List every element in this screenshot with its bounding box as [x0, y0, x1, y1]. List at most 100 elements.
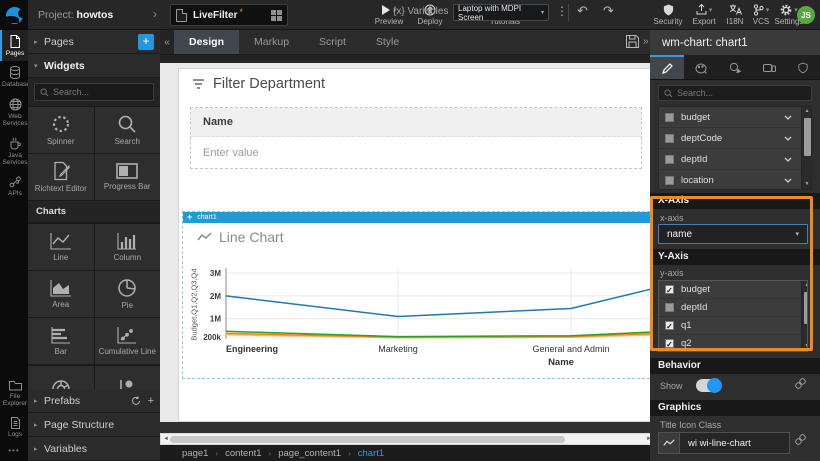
rail-item-pages[interactable]: Pages — [0, 30, 28, 61]
more-options-icon[interactable]: ⋮ — [556, 4, 568, 18]
scrollbar-thumb[interactable] — [804, 292, 808, 324]
pages-grid-icon[interactable] — [271, 10, 282, 21]
pages-accordion[interactable]: ▸ Pages + — [28, 30, 160, 54]
widget-tile-richtext-editor[interactable]: Richtext Editor — [28, 154, 94, 200]
breadcrumb-content1[interactable]: content1 — [225, 448, 261, 459]
livefilter-form-widget[interactable]: Name Enter value — [190, 107, 642, 169]
variables-dropdown[interactable]: {x} Variables ▾ — [393, 6, 457, 17]
checkbox[interactable] — [665, 113, 674, 122]
collapse-panel-button[interactable]: « — [160, 30, 174, 54]
widget-tile-column[interactable]: Column — [95, 224, 161, 270]
design-canvas[interactable]: Filter Department Name Enter value + cha… — [160, 55, 655, 433]
redo-button[interactable]: ↷ — [603, 3, 614, 19]
chevron-down-icon[interactable] — [784, 115, 792, 120]
filter-form-title[interactable]: Filter Department — [192, 76, 325, 92]
rail-item-java-services[interactable]: Java Services — [0, 132, 28, 171]
name-field-input[interactable]: Enter value — [191, 137, 641, 168]
checkbox[interactable]: ✓ — [665, 339, 674, 348]
widget-tile-bar[interactable]: Bar — [28, 318, 94, 364]
rail-item-apis[interactable]: APIs — [0, 171, 28, 201]
horizontal-scrollbar[interactable]: ◄ ► — [160, 433, 655, 445]
checkbox[interactable]: ✓ — [665, 321, 674, 330]
y-axis-option-deptid[interactable]: deptId — [659, 299, 807, 317]
scroll-down-icon[interactable]: ▼ — [802, 180, 812, 189]
add-prefab-icon[interactable]: + — [148, 395, 154, 407]
tab-devices[interactable] — [752, 55, 786, 79]
dataset-field-location[interactable]: location — [659, 170, 811, 190]
widget-tile-line[interactable]: Line — [28, 224, 94, 270]
property-search-input[interactable]: Search... — [658, 85, 812, 101]
bind-icon[interactable] — [795, 378, 806, 392]
checkbox[interactable] — [665, 303, 674, 312]
y-axis-option-q2[interactable]: ✓q2 — [659, 335, 807, 352]
rail-item-file-explorer[interactable]: File Explorer — [0, 375, 28, 412]
x-axis-section-header[interactable]: X-Axis — [650, 193, 820, 209]
device-selector[interactable]: Laptop with MDPI Screen▾ — [453, 4, 549, 21]
widget-search-input[interactable]: Search... — [34, 83, 154, 101]
behavior-section-header[interactable]: Behavior — [650, 358, 820, 374]
scrollbar-thumb[interactable] — [804, 118, 811, 156]
dataset-field-deptcode[interactable]: deptCode — [659, 128, 811, 149]
checkbox[interactable] — [665, 155, 674, 164]
chevron-down-icon[interactable] — [784, 157, 792, 162]
tab-properties[interactable] — [650, 55, 684, 79]
app-logo[interactable] — [0, 0, 28, 30]
chevron-down-icon[interactable] — [784, 136, 792, 141]
widget-tile-pie[interactable]: Pie — [95, 271, 161, 317]
rail-item-logs[interactable]: Logs — [0, 412, 28, 442]
tab-styles[interactable] — [684, 55, 718, 79]
widget-tile-donut[interactable] — [28, 366, 94, 389]
y-axis-scrollbar[interactable]: ▲ ▼ — [801, 281, 808, 351]
page-tab-livefilter[interactable]: LiveFilter * — [170, 4, 288, 26]
prefabs-accordion[interactable]: ▸ Prefabs + — [28, 389, 160, 413]
widget-tile-search[interactable]: Search — [95, 107, 161, 153]
show-toggle[interactable] — [696, 379, 720, 392]
tab-markup[interactable]: Markup — [239, 30, 304, 54]
refresh-icon[interactable] — [131, 396, 141, 406]
rail-item-web-services[interactable]: Web Services — [0, 93, 28, 132]
checkbox[interactable] — [665, 176, 674, 185]
bind-icon[interactable] — [795, 434, 806, 448]
scrollbar-thumb[interactable] — [170, 436, 565, 443]
scroll-left-icon[interactable]: ◄ — [163, 436, 169, 442]
breadcrumb-chart1[interactable]: chart1 — [358, 448, 384, 459]
tab-style[interactable]: Style — [361, 30, 414, 54]
field-list-scrollbar[interactable]: ▲ ▼ — [801, 107, 812, 189]
scroll-up-icon[interactable]: ▲ — [802, 281, 808, 290]
chart-widget[interactable]: + chart1 Line Chart Budget,Q1,Q2,Q3,Q4 3… — [182, 211, 655, 379]
add-page-button[interactable]: + — [138, 34, 154, 50]
chevron-down-icon[interactable] — [784, 178, 792, 183]
checkbox[interactable]: ✓ — [665, 285, 674, 294]
widgets-accordion[interactable]: ▾ Widgets — [28, 54, 160, 78]
graphics-section-header[interactable]: Graphics — [650, 400, 820, 416]
widget-tile-spinner[interactable]: Spinner — [28, 107, 94, 153]
title-icon-class-input[interactable]: wi wi-line-chart — [680, 432, 790, 454]
dataset-field-deptid[interactable]: deptId — [659, 149, 811, 170]
rail-more-icon[interactable]: ••• — [0, 442, 28, 461]
widget-tile-bubble[interactable] — [95, 366, 161, 389]
widget-tile-cumulative-line[interactable]: Cumulative Line — [95, 318, 161, 364]
user-avatar[interactable]: JS — [797, 6, 815, 24]
save-button[interactable] — [626, 35, 639, 53]
page-structure-accordion[interactable]: ▸ Page Structure — [28, 413, 160, 437]
dataset-field-budget[interactable]: budget — [659, 107, 811, 128]
breadcrumb-page1[interactable]: page1 — [182, 448, 208, 459]
widget-tile-progress-bar[interactable]: Progress Bar — [95, 154, 161, 200]
x-axis-select[interactable]: name▾ — [658, 224, 808, 244]
checkbox[interactable] — [665, 134, 674, 143]
expand-panel-button[interactable]: » — [643, 36, 649, 47]
tab-events[interactable] — [718, 55, 752, 79]
undo-button[interactable]: ↶ — [577, 3, 588, 19]
breadcrumb-page-content1[interactable]: page_content1 — [278, 448, 341, 459]
rail-item-databases[interactable]: Databases — [0, 61, 28, 92]
scroll-down-icon[interactable]: ▼ — [802, 342, 808, 351]
scroll-up-icon[interactable]: ▲ — [802, 107, 812, 116]
tab-script[interactable]: Script — [304, 30, 361, 54]
y-axis-option-budget[interactable]: ✓budget — [659, 281, 807, 299]
tab-security[interactable] — [786, 55, 820, 79]
tab-design[interactable]: Design — [174, 30, 239, 54]
y-axis-option-q1[interactable]: ✓q1 — [659, 317, 807, 335]
variables-accordion[interactable]: ▸ Variables — [28, 437, 160, 461]
widget-tile-area[interactable]: Area — [28, 271, 94, 317]
y-axis-section-header[interactable]: Y-Axis — [650, 249, 820, 265]
